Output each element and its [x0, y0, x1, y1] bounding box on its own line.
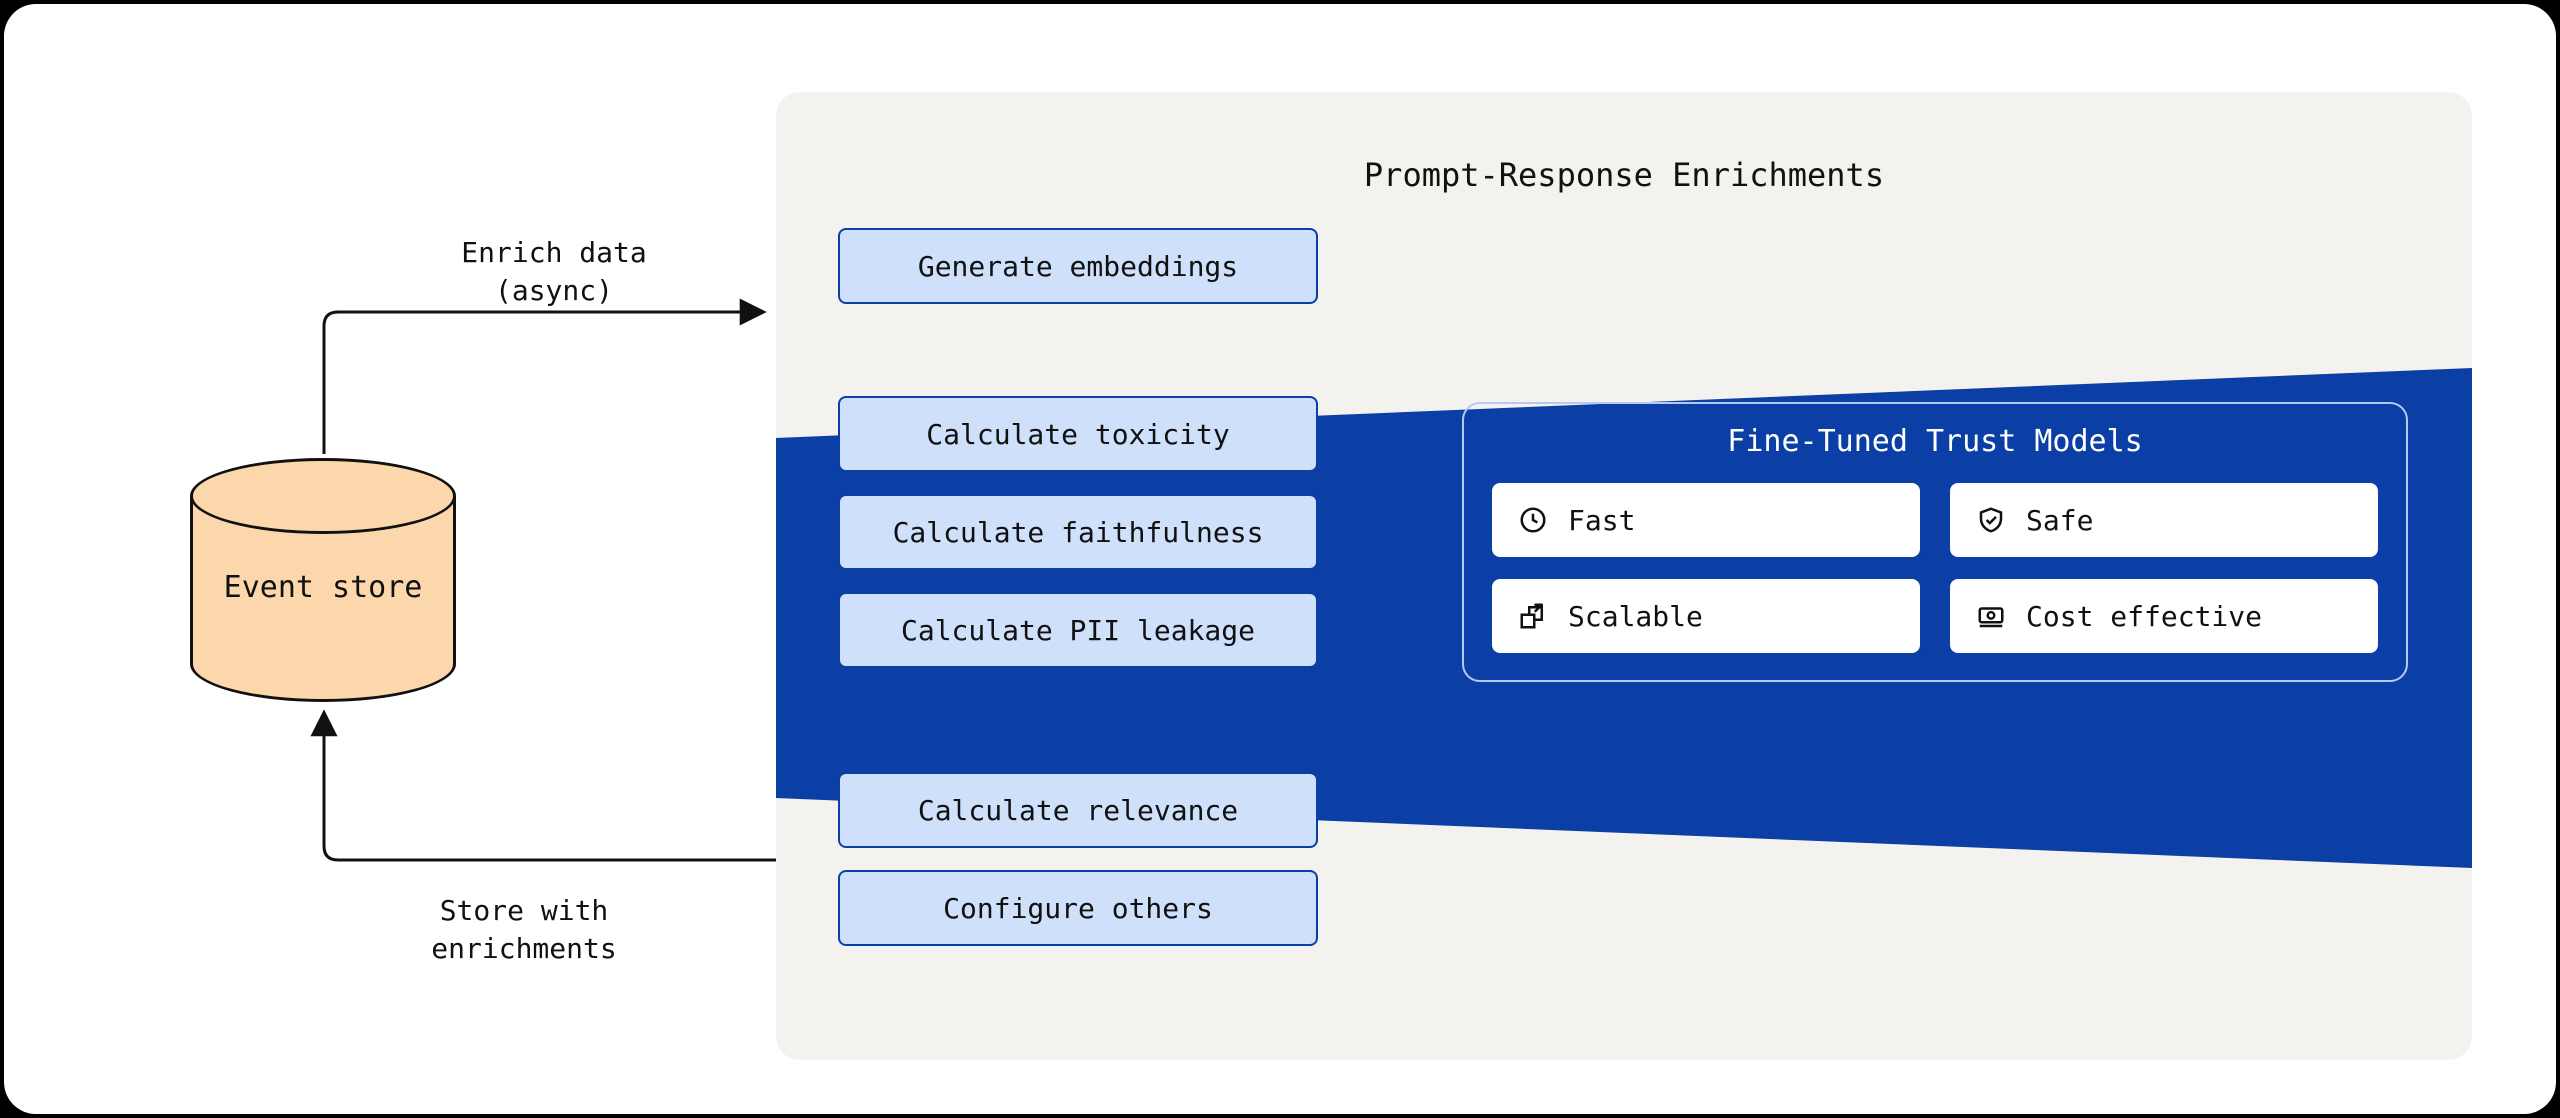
event-store-label: Event store	[190, 570, 456, 605]
enrichment-pii-leakage: Calculate PII leakage	[838, 592, 1318, 668]
arrow-label-store: Store with enrichments	[394, 892, 654, 968]
shield-icon	[1976, 505, 2006, 535]
enrichment-embeddings: Generate embeddings	[838, 228, 1318, 304]
trust-item-cost: Cost effective	[1948, 577, 2380, 655]
trust-models-title: Fine-Tuned Trust Models	[1490, 424, 2380, 459]
cost-icon	[1976, 601, 2006, 631]
trust-item-fast: Fast	[1490, 481, 1922, 559]
trust-item-scalable: Scalable	[1490, 577, 1922, 655]
trust-item-label: Scalable	[1568, 600, 1703, 633]
trust-item-label: Cost effective	[2026, 600, 2262, 633]
diagram-canvas: Event store Enrich data (async) Store wi…	[0, 0, 2560, 1118]
trust-item-safe: Safe	[1948, 481, 2380, 559]
trust-item-label: Fast	[1568, 504, 1635, 537]
enrichments-panel: Prompt-Response Enrichments Generate emb…	[776, 92, 2472, 1060]
trust-item-label: Safe	[2026, 504, 2093, 537]
enrichment-toxicity: Calculate toxicity	[838, 396, 1318, 472]
trust-models-box: Fine-Tuned Trust Models Fast Safe Scalab…	[1462, 402, 2408, 682]
enrichment-configure: Configure others	[838, 870, 1318, 946]
clock-icon	[1518, 505, 1548, 535]
event-store-cylinder: Event store	[190, 458, 456, 702]
arrow-label-enrich: Enrich data (async)	[424, 234, 684, 310]
card: Event store Enrich data (async) Store wi…	[4, 4, 2556, 1114]
scale-icon	[1518, 601, 1548, 631]
enrichment-relevance: Calculate relevance	[838, 772, 1318, 848]
enrichment-faithfulness: Calculate faithfulness	[838, 494, 1318, 570]
panel-title: Prompt-Response Enrichments	[776, 156, 2472, 194]
